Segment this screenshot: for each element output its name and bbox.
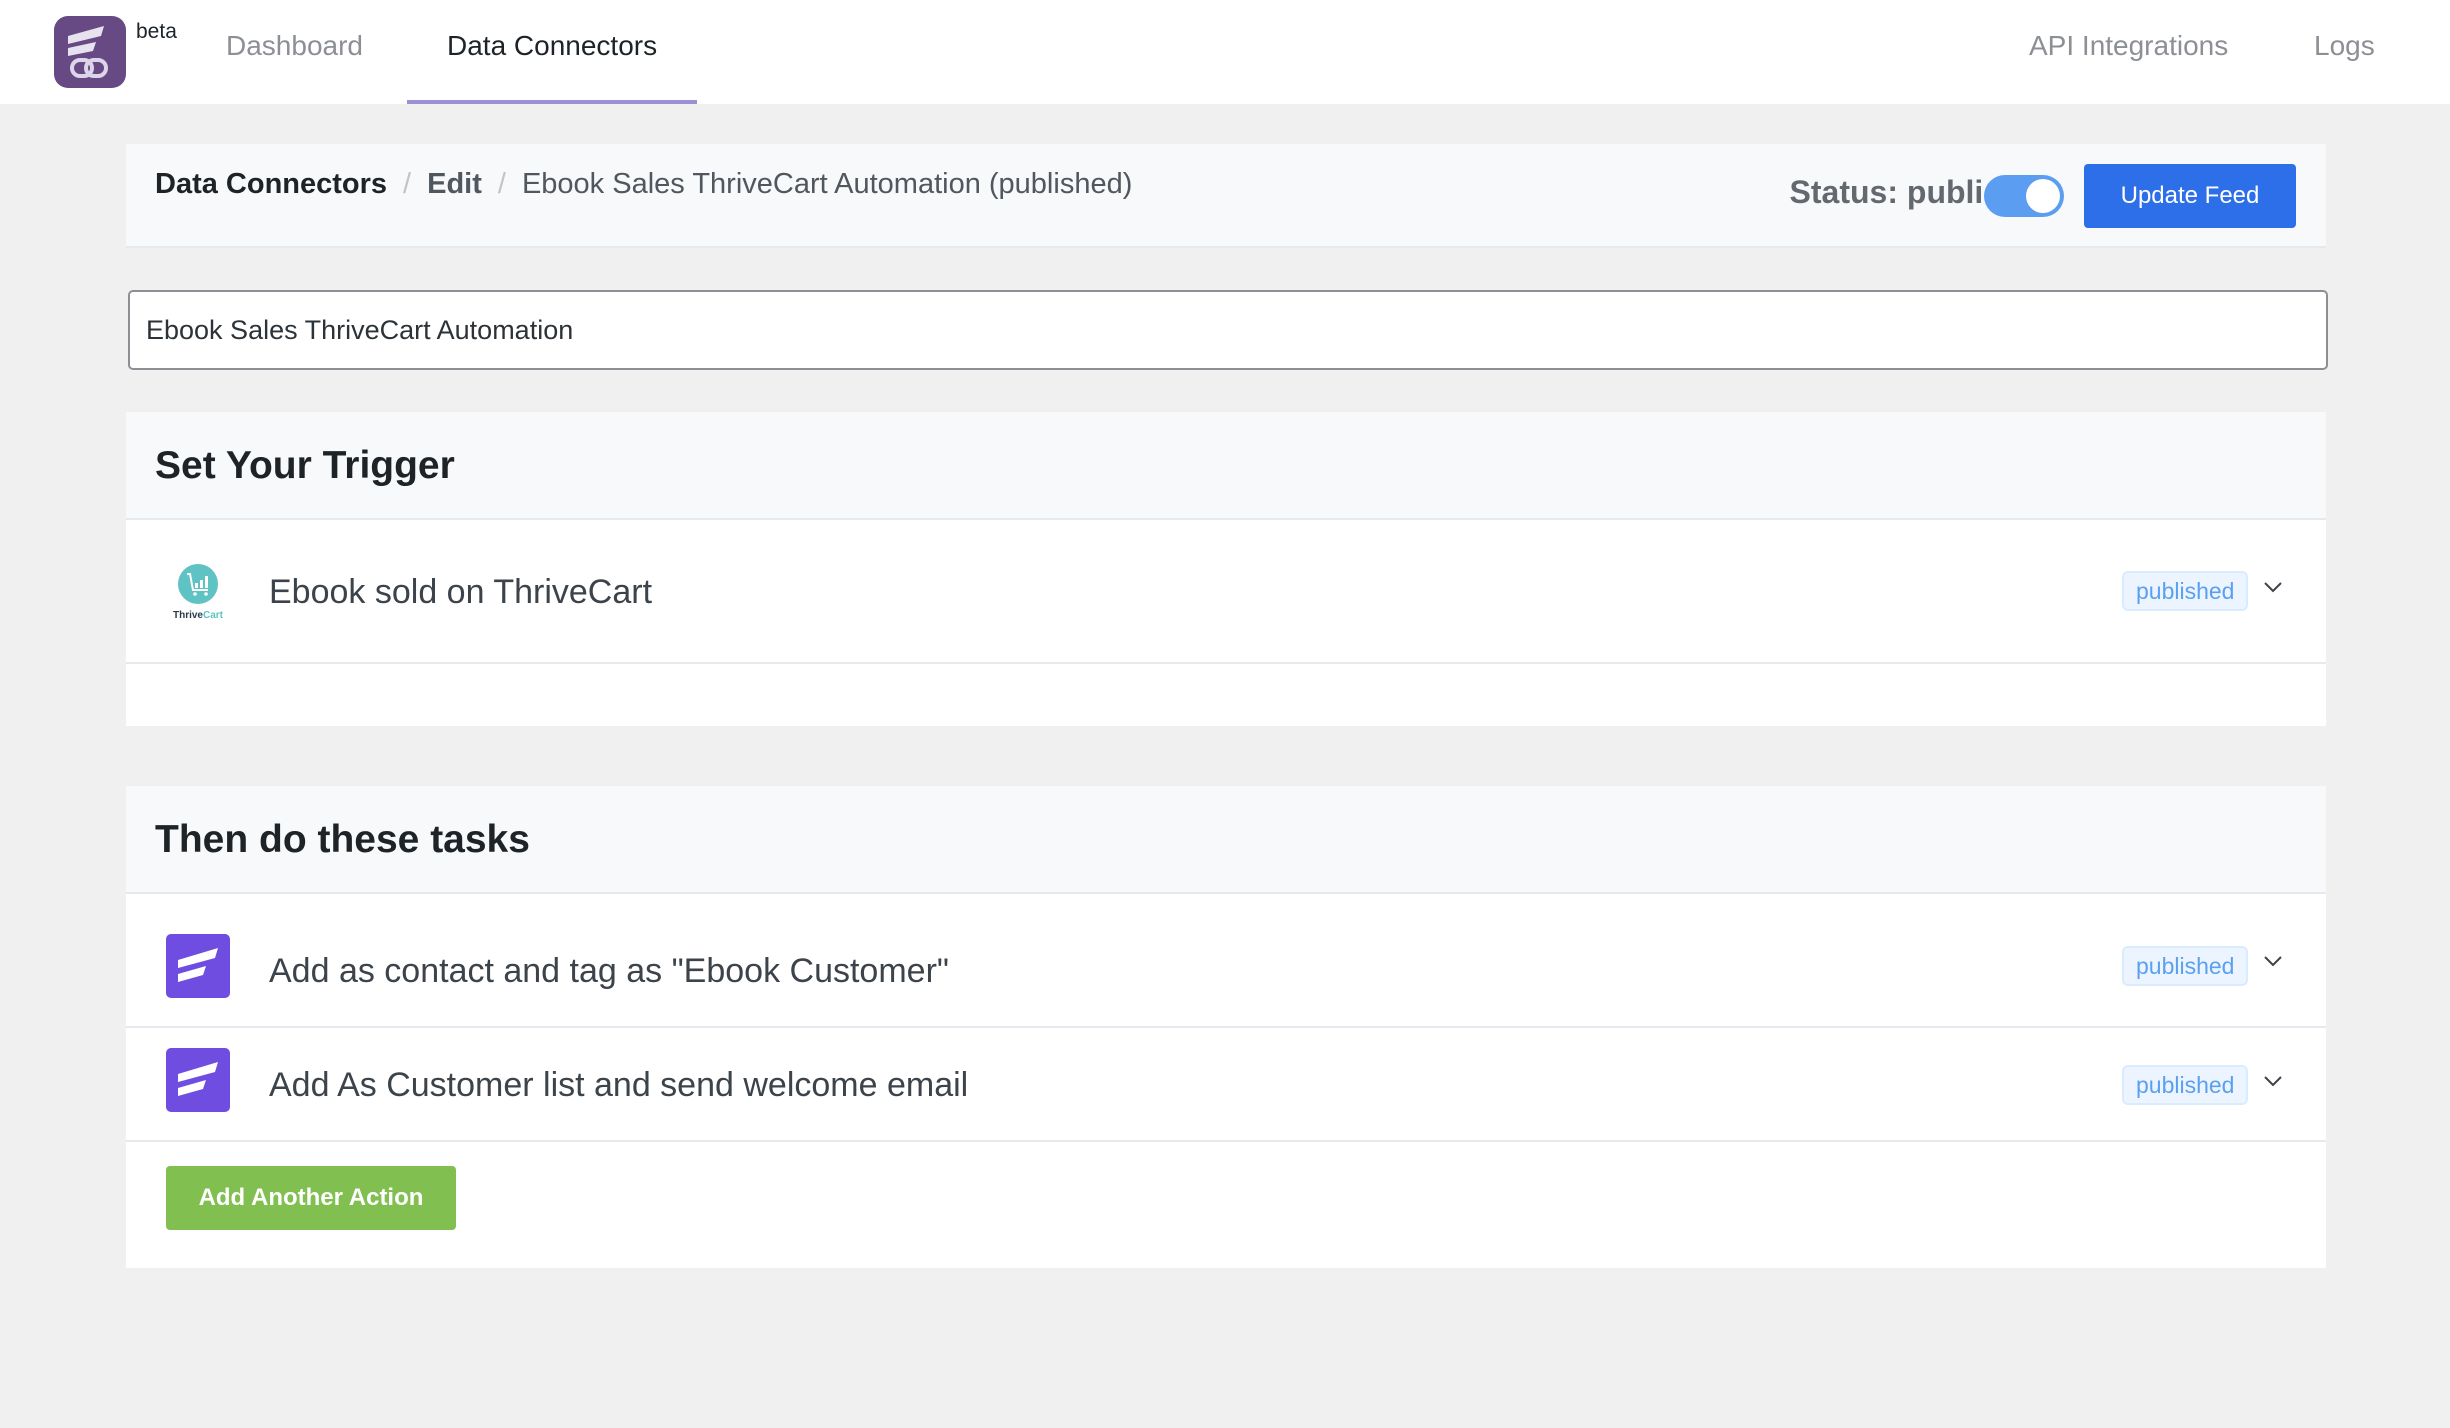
thrivecart-logo-text-light: Cart — [203, 610, 224, 621]
chevron-down-icon[interactable] — [2258, 946, 2288, 976]
trigger-label: Ebook sold on ThriveCart — [269, 573, 653, 611]
page-header: Data Connectors / Edit / Ebook Sales ThriveC… — [126, 144, 2326, 248]
thrivecart-logo-text-dark: Thrive — [173, 610, 203, 621]
update-feed-button[interactable]: Update Feed — [2084, 164, 2296, 228]
breadcrumb: Data Connectors / Edit / Ebook Sales ThriveC… — [155, 158, 1132, 210]
toggle-knob — [2026, 179, 2060, 213]
breadcrumb-current: Ebook Sales ThriveCart Automation (publi… — [521, 168, 1133, 200]
breadcrumb-separator: / — [403, 168, 412, 200]
task-label: Add as contact and tag as "Ebook Custome… — [269, 952, 949, 990]
status-badge: published — [2122, 1065, 2249, 1105]
breadcrumb-data-connectors[interactable]: Data Connectors — [155, 168, 387, 200]
task-item[interactable]: Add as contact and tag as "Ebook Custome… — [126, 894, 2326, 1028]
status-badge: published — [2122, 946, 2249, 986]
tasks-panel: Then do these tasks Add as contact and t… — [126, 786, 2326, 1268]
trigger-heading: Set Your Trigger — [126, 412, 2326, 520]
task-item[interactable]: Add As Customer list and send welcome em… — [126, 1028, 2326, 1142]
trigger-panel: Set Your Trigger ThriveCart Ebook sold o… — [126, 412, 2326, 726]
trigger-item[interactable]: ThriveCart Ebook sold on ThriveCart publ… — [126, 520, 2326, 664]
chevron-down-icon[interactable] — [2258, 572, 2288, 602]
fluentcrm-logo-icon — [166, 934, 230, 998]
beta-label: beta — [136, 20, 177, 43]
nav-api-integrations[interactable]: API Integrations — [2029, 0, 2228, 104]
status-toggle[interactable] — [1984, 175, 2064, 217]
add-another-action-button[interactable]: Add Another Action — [166, 1166, 456, 1230]
tasks-heading: Then do these tasks — [126, 786, 2326, 894]
breadcrumb-separator: / — [497, 168, 506, 200]
breadcrumb-edit[interactable]: Edit — [427, 168, 482, 200]
svg-text:ThriveCart: ThriveCart — [173, 610, 224, 621]
chevron-down-icon[interactable] — [2258, 1066, 2288, 1096]
nav-data-connectors[interactable]: Data Connectors — [406, 0, 698, 104]
task-label: Add As Customer list and send welcome em… — [269, 1066, 969, 1104]
thrivecart-logo-icon: ThriveCart — [166, 560, 230, 624]
app-logo-icon[interactable] — [54, 16, 126, 88]
nav-dashboard[interactable]: Dashboard — [226, 0, 363, 104]
fluentcrm-logo-icon — [166, 1048, 230, 1112]
status-badge: published — [2122, 571, 2249, 611]
feed-title-input[interactable] — [128, 290, 2328, 370]
nav-logs[interactable]: Logs — [2314, 0, 2375, 104]
top-navigation: beta Dashboard Data Connectors API Integ… — [0, 0, 2450, 104]
